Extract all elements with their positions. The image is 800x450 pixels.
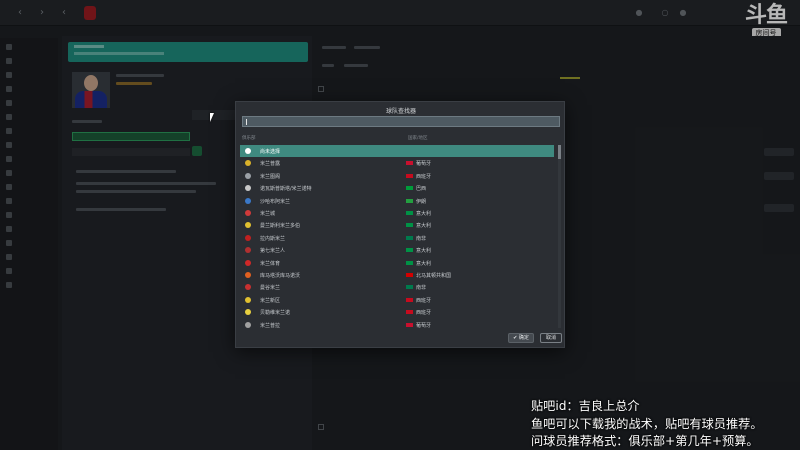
club-name: 拉内斯米兰: [260, 235, 286, 242]
club-name: 曼谷米兰: [260, 285, 281, 292]
club-name: 尚未选择: [260, 149, 281, 155]
club-crest-icon: [245, 284, 251, 291]
club-list-row[interactable]: 米兰城 意大利: [240, 207, 554, 219]
club-country: 南非: [416, 235, 427, 242]
club-name: 米兰新区: [260, 297, 281, 304]
column-header-club[interactable]: 俱乐部: [242, 135, 256, 141]
club-country: 西班牙: [416, 310, 432, 317]
club-name: 米兰普拉: [260, 322, 281, 329]
country-flag-icon: [406, 285, 413, 290]
club-crest-icon: [245, 197, 251, 204]
club-list-row[interactable]: 米兰普露 葡萄牙: [240, 157, 554, 169]
club-crest-icon: [245, 210, 251, 216]
club-name: 米兰体育: [260, 260, 281, 267]
club-name: 贝勒维米兰诺: [260, 310, 291, 317]
club-list-row[interactable]: 沙哈布阿米兰 伊朗: [240, 195, 554, 207]
club-crest-icon: [245, 247, 251, 254]
country-flag-icon: [406, 186, 413, 191]
club-crest-icon: [245, 259, 251, 266]
club-country: 巴西: [416, 186, 427, 193]
club-name: 米兰图阁: [260, 173, 281, 180]
club-country: 西班牙: [416, 173, 432, 180]
club-name: 米兰普露: [260, 161, 281, 168]
club-country: 西班牙: [416, 297, 432, 304]
club-list-row[interactable]: 库马塔沃库马诺沃 北马其顿共和国: [240, 269, 554, 281]
country-flag-icon: [406, 211, 413, 215]
team-finder-dialog: 球队查找器 俱乐部 国家/地区 尚未选择 米兰普露 葡萄牙 米兰图阁 西班牙 诺瓦斯普斯塔…: [235, 101, 565, 348]
club-crest-icon: [245, 185, 251, 192]
club-name: 米兰城: [260, 211, 276, 217]
country-flag-icon: [406, 260, 413, 265]
club-country: 北马其顿共和国: [416, 273, 452, 279]
club-list-row[interactable]: 米兰图阁 西班牙: [240, 170, 554, 182]
club-list-row[interactable]: 贝勒维米兰诺 西班牙: [240, 306, 554, 318]
country-flag-icon: [406, 161, 413, 166]
club-crest-icon: [245, 222, 251, 229]
club-name: 第七米兰人: [260, 248, 286, 255]
country-flag-icon: [406, 248, 413, 253]
club-list-row[interactable]: 尚未选择: [240, 145, 554, 157]
country-flag-icon: [406, 273, 413, 277]
club-list-row[interactable]: 米兰新区 西班牙: [240, 294, 554, 306]
club-list-row[interactable]: 拉内斯米兰 南非: [240, 232, 554, 244]
club-crest-icon: [245, 321, 251, 328]
club-list-row[interactable]: 第七米兰人 意大利: [240, 244, 554, 256]
club-list-row[interactable]: 米兰体育 意大利: [240, 257, 554, 269]
club-list-row[interactable]: 米兰普拉 葡萄牙: [240, 319, 554, 331]
club-name: 曼兰斯利米兰多伯: [260, 223, 301, 230]
scrollbar-thumb[interactable]: [558, 145, 561, 159]
club-crest-icon: [245, 160, 251, 167]
mouse-cursor-icon: [210, 113, 214, 122]
country-flag-icon: [406, 173, 413, 178]
club-crest-icon: [245, 309, 251, 316]
club-country: 意大利: [416, 211, 432, 217]
club-list: 尚未选择 米兰普露 葡萄牙 米兰图阁 西班牙 诺瓦斯普斯塔/米兰诺特 巴西 沙哈布阿米兰 伊朗米…: [240, 145, 558, 331]
dialog-title: 球队查找器: [385, 108, 416, 115]
search-input[interactable]: [242, 116, 560, 127]
club-crest-icon: [245, 234, 251, 241]
country-flag-icon: [406, 297, 413, 302]
country-flag-icon: [406, 235, 413, 240]
club-name: 诺瓦斯普斯塔/米兰诺特: [260, 186, 312, 193]
club-list-row[interactable]: 曼谷米兰 南非: [240, 281, 554, 293]
country-flag-icon: [406, 223, 413, 228]
club-crest-icon: [245, 172, 251, 179]
club-crest-icon: [245, 148, 251, 154]
club-country: 葡萄牙: [416, 322, 432, 329]
club-list-row[interactable]: 曼兰斯利米兰多伯 意大利: [240, 219, 554, 231]
club-crest-icon: [245, 296, 251, 303]
country-flag-icon: [406, 310, 413, 315]
text-caret: [246, 119, 247, 125]
stream-caption: 贴吧id：吉良上总介 鱼吧可以下载我的战术，贴吧有球员推荐。 问球员推荐格式：俱…: [531, 398, 800, 450]
club-country: 意大利: [416, 260, 432, 267]
club-name: 库马塔沃库马诺沃: [260, 273, 301, 279]
club-country: 意大利: [416, 248, 432, 255]
cancel-button[interactable]: 取消: [540, 333, 562, 343]
club-country: 意大利: [416, 223, 432, 230]
confirm-button[interactable]: ✔ 确定: [508, 333, 534, 343]
country-flag-icon: [406, 198, 413, 203]
scrollbar[interactable]: [558, 145, 561, 328]
club-name: 沙哈布阿米兰: [260, 198, 291, 205]
club-country: 葡萄牙: [416, 161, 432, 168]
caption-line-2: 鱼吧可以下载我的战术，贴吧有球员推荐。: [531, 416, 763, 431]
column-header-country[interactable]: 国家/地区: [408, 135, 428, 141]
club-country: 南非: [416, 285, 427, 292]
caption-line-3: 问球员推荐格式：俱乐部+第几年+预算。: [531, 434, 759, 448]
club-crest-icon: [245, 272, 251, 278]
club-list-row[interactable]: 诺瓦斯普斯塔/米兰诺特 巴西: [240, 182, 554, 194]
caption-line-1: 贴吧id：吉良上总介: [531, 399, 640, 413]
club-country: 伊朗: [416, 198, 427, 205]
country-flag-icon: [406, 322, 413, 327]
